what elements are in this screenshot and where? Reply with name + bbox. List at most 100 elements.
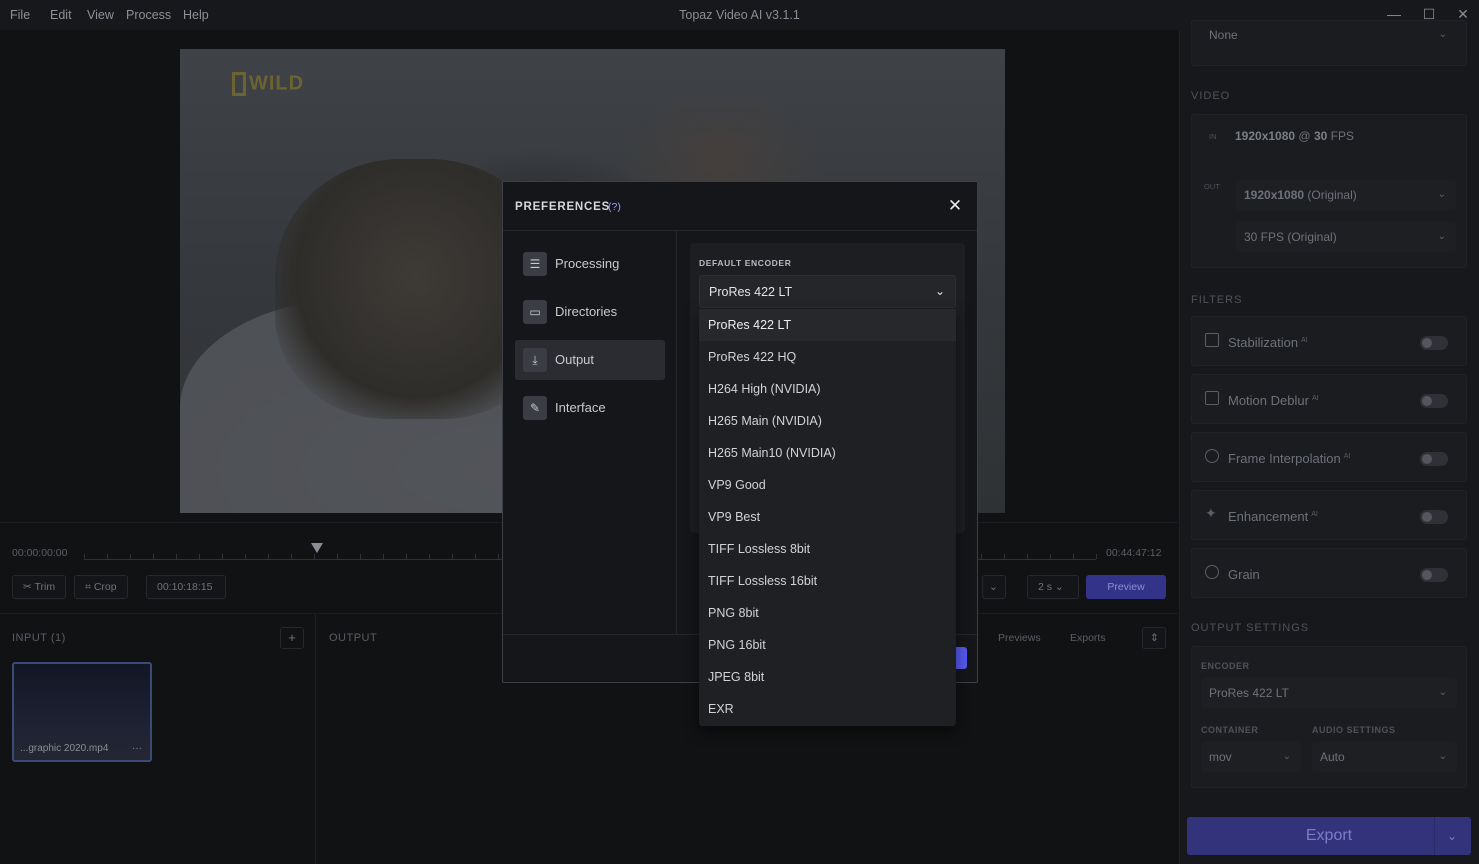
ruler-tick xyxy=(176,554,177,559)
dialog-header: PREFERENCES (?) ✕ xyxy=(503,182,977,231)
encoder-option[interactable]: EXR xyxy=(699,693,956,725)
filter-grain[interactable]: Grain xyxy=(1191,548,1467,598)
edit-icon: ✎ xyxy=(523,396,547,420)
encoder-option[interactable]: PNG 16bit xyxy=(699,629,956,661)
output-fps-select[interactable]: 30 FPS (Original) ⌄ xyxy=(1236,222,1456,252)
stabilization-icon xyxy=(1205,333,1219,347)
output-pane-title: OUTPUT xyxy=(329,632,378,644)
nav-item-interface[interactable]: ✎ Interface xyxy=(515,388,665,428)
encoder-label: ENCODER xyxy=(1201,661,1250,671)
ruler-tick xyxy=(360,554,361,559)
current-time-field[interactable]: 00:10:18:15 xyxy=(146,575,226,599)
video-section-title: VIDEO xyxy=(1191,90,1231,102)
download-icon: ⤓ xyxy=(523,348,547,372)
tab-exports[interactable]: Exports xyxy=(1070,632,1106,644)
preview-duration-select[interactable]: 2 s ⌄ xyxy=(1027,575,1079,599)
ruler-tick xyxy=(84,554,85,559)
encoder-option[interactable]: ProRes 422 HQ xyxy=(699,341,956,373)
motion-deblur-icon xyxy=(1205,391,1219,405)
ruler-tick xyxy=(475,554,476,559)
filter-enhancement[interactable]: ✦ Enhancement AI xyxy=(1191,490,1467,540)
ruler-tick xyxy=(314,554,315,559)
nav-item-output[interactable]: ⤓ Output xyxy=(515,340,665,380)
export-button[interactable]: Export ⌄ xyxy=(1187,817,1471,855)
container-select[interactable]: mov ⌄ xyxy=(1201,742,1301,772)
timeline-end-time: 00:44:47:12 xyxy=(1106,547,1162,559)
ruler-tick xyxy=(199,554,200,559)
motion-deblur-toggle[interactable] xyxy=(1420,394,1448,408)
ruler-tick xyxy=(429,554,430,559)
ruler-tick xyxy=(107,554,108,559)
enhancement-toggle[interactable] xyxy=(1420,510,1448,524)
playhead-icon[interactable] xyxy=(311,543,323,553)
input-pane-title: INPUT (1) xyxy=(12,632,66,644)
ruler-tick xyxy=(406,554,407,559)
encoder-option[interactable]: H265 Main10 (NVIDIA) xyxy=(699,437,956,469)
sort-icon[interactable]: ⇕ xyxy=(1142,627,1166,649)
encoder-option[interactable]: TIFF Lossless 16bit xyxy=(699,565,956,597)
grain-toggle[interactable] xyxy=(1420,568,1448,582)
encoder-option[interactable]: H265 Main (NVIDIA) xyxy=(699,405,956,437)
preferences-nav: ☰ Processing ▭ Directories ⤓ Output ✎ In… xyxy=(503,231,677,634)
chevron-down-icon[interactable]: ⌄ xyxy=(982,575,1006,599)
encoder-option[interactable]: TIFF Lossless 8bit xyxy=(699,533,956,565)
ruler-tick xyxy=(383,554,384,559)
sparkle-icon: ✦ xyxy=(1205,505,1217,521)
encoder-option[interactable]: VP9 Good xyxy=(699,469,956,501)
trim-button[interactable]: ✂ Trim xyxy=(12,575,67,599)
top-select[interactable]: None ⌄ xyxy=(1201,20,1457,50)
filters-section-title: FILTERS xyxy=(1191,294,1243,306)
output-settings-section-title: OUTPUT SETTINGS xyxy=(1191,622,1310,634)
encoder-option[interactable]: H264 High (NVIDIA) xyxy=(699,373,956,405)
audio-settings-select[interactable]: Auto ⌄ xyxy=(1312,742,1457,772)
ruler-tick xyxy=(1096,554,1097,559)
frame-interpolation-icon xyxy=(1205,449,1219,463)
encoder-select[interactable]: ProRes 422 LT ⌄ xyxy=(1201,678,1457,708)
add-input-button[interactable]: + xyxy=(280,627,304,649)
input-video-thumbnail[interactable]: ...graphic 2020.mp4 ··· xyxy=(12,662,152,762)
nav-item-processing[interactable]: ☰ Processing xyxy=(515,244,665,284)
encoder-option[interactable]: VP9 Best xyxy=(699,501,956,533)
ruler-tick xyxy=(981,554,982,559)
ruler-tick xyxy=(1004,554,1005,559)
stabilization-toggle[interactable] xyxy=(1420,336,1448,350)
ruler-tick xyxy=(245,554,246,559)
crop-button[interactable]: ⌗ Crop xyxy=(74,575,128,599)
ruler-tick xyxy=(1073,554,1074,559)
container-label: CONTAINER xyxy=(1201,725,1259,735)
filter-stabilization[interactable]: Stabilization AI xyxy=(1191,316,1467,366)
default-encoder-select[interactable]: ProRes 422 LT ⌄ xyxy=(699,275,956,308)
ruler-tick xyxy=(452,554,453,559)
help-link[interactable]: (?) xyxy=(608,201,621,213)
folder-icon: ▭ xyxy=(523,300,547,324)
grain-icon xyxy=(1205,565,1219,579)
preview-button[interactable]: Preview xyxy=(1086,575,1166,599)
chevron-down-icon: ⌄ xyxy=(934,284,945,298)
ruler-tick xyxy=(291,554,292,559)
channel-logo: WILD xyxy=(232,72,314,102)
audio-settings-label: AUDIO SETTINGS xyxy=(1312,725,1396,735)
close-icon[interactable]: ✕ xyxy=(944,195,966,217)
ruler-tick xyxy=(337,554,338,559)
ruler-tick xyxy=(1027,554,1028,559)
encoder-option[interactable]: ProRes 422 LT xyxy=(699,309,956,341)
ruler-tick xyxy=(153,554,154,559)
encoder-option[interactable]: JPEG 8bit xyxy=(699,661,956,693)
filter-frame-interpolation[interactable]: Frame Interpolation AI xyxy=(1191,432,1467,482)
frame-interpolation-toggle[interactable] xyxy=(1420,452,1448,466)
encoder-option[interactable]: PNG 8bit xyxy=(699,597,956,629)
dialog-title: PREFERENCES xyxy=(515,201,611,213)
tab-previews[interactable]: Previews xyxy=(998,632,1041,644)
chevron-down-icon[interactable]: ⌄ xyxy=(1433,817,1457,855)
default-encoder-label: DEFAULT ENCODER xyxy=(699,258,792,268)
filter-motion-deblur[interactable]: Motion Deblur AI xyxy=(1191,374,1467,424)
out-tag: OUT xyxy=(1204,182,1220,191)
input-file-name: ...graphic 2020.mp4 xyxy=(20,743,109,754)
encoder-dropdown-list: ProRes 422 LT ProRes 422 HQ H264 High (N… xyxy=(699,309,956,726)
output-resolution-select[interactable]: 1920x1080 (Original) ⌄ xyxy=(1236,180,1456,210)
ruler-tick xyxy=(268,554,269,559)
nav-item-directories[interactable]: ▭ Directories xyxy=(515,292,665,332)
sliders-icon: ☰ xyxy=(523,252,547,276)
more-options-icon[interactable]: ··· xyxy=(132,743,142,754)
in-tag: IN xyxy=(1209,132,1217,141)
